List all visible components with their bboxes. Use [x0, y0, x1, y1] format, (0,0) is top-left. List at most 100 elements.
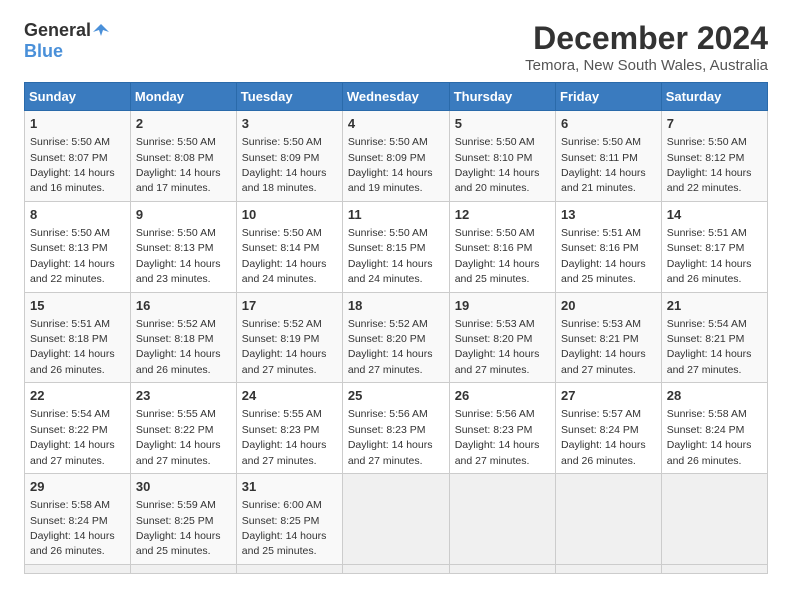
sunrise-text: Sunrise: 5:50 AM: [455, 136, 535, 148]
daylight-text: Daylight: 14 hours and 26 minutes.: [30, 530, 115, 557]
sunrise-text: Sunrise: 5:55 AM: [242, 408, 322, 420]
day-number: 23: [136, 387, 231, 405]
day-number: 25: [348, 387, 444, 405]
daylight-text: Daylight: 14 hours and 27 minutes.: [242, 348, 327, 375]
calendar-day-cell: 7 Sunrise: 5:50 AM Sunset: 8:12 PM Dayli…: [661, 111, 767, 202]
calendar-day-cell: 2 Sunrise: 5:50 AM Sunset: 8:08 PM Dayli…: [130, 111, 236, 202]
daylight-text: Daylight: 14 hours and 24 minutes.: [242, 258, 327, 285]
sunset-text: Sunset: 8:10 PM: [455, 152, 533, 164]
title-area: December 2024 Temora, New South Wales, A…: [525, 20, 768, 74]
sunset-text: Sunset: 8:22 PM: [30, 424, 108, 436]
logo: General Blue: [24, 20, 109, 62]
calendar-day-cell: 31 Sunrise: 6:00 AM Sunset: 8:25 PM Dayl…: [236, 474, 342, 565]
calendar-day-cell: 23 Sunrise: 5:55 AM Sunset: 8:22 PM Dayl…: [130, 383, 236, 474]
day-number: 10: [242, 206, 337, 224]
daylight-text: Daylight: 14 hours and 18 minutes.: [242, 167, 327, 194]
sunrise-text: Sunrise: 5:50 AM: [348, 227, 428, 239]
sunset-text: Sunset: 8:16 PM: [561, 242, 639, 254]
daylight-text: Daylight: 14 hours and 25 minutes.: [242, 530, 327, 557]
calendar-day-cell: 22 Sunrise: 5:54 AM Sunset: 8:22 PM Dayl…: [25, 383, 131, 474]
daylight-text: Daylight: 14 hours and 25 minutes.: [455, 258, 540, 285]
col-header-sunday: Sunday: [25, 83, 131, 111]
calendar-day-cell: 4 Sunrise: 5:50 AM Sunset: 8:09 PM Dayli…: [342, 111, 449, 202]
daylight-text: Daylight: 14 hours and 27 minutes.: [455, 348, 540, 375]
day-number: 27: [561, 387, 656, 405]
logo-blue: Blue: [24, 41, 63, 61]
sunset-text: Sunset: 8:14 PM: [242, 242, 320, 254]
empty-cell: [449, 474, 555, 565]
sunrise-text: Sunrise: 5:52 AM: [242, 318, 322, 330]
sunset-text: Sunset: 8:24 PM: [561, 424, 639, 436]
calendar-week-row: 8 Sunrise: 5:50 AM Sunset: 8:13 PM Dayli…: [25, 201, 768, 292]
daylight-text: Daylight: 14 hours and 27 minutes.: [667, 348, 752, 375]
day-number: 31: [242, 478, 337, 496]
empty-cell: [556, 474, 662, 565]
daylight-text: Daylight: 14 hours and 26 minutes.: [30, 348, 115, 375]
calendar-week-row: 29 Sunrise: 5:58 AM Sunset: 8:24 PM Dayl…: [25, 474, 768, 565]
sunrise-text: Sunrise: 5:54 AM: [30, 408, 110, 420]
calendar-week-row: 15 Sunrise: 5:51 AM Sunset: 8:18 PM Dayl…: [25, 292, 768, 383]
calendar-day-cell: 10 Sunrise: 5:50 AM Sunset: 8:14 PM Dayl…: [236, 201, 342, 292]
sunrise-text: Sunrise: 5:52 AM: [348, 318, 428, 330]
empty-cell: [25, 564, 131, 573]
sunset-text: Sunset: 8:22 PM: [136, 424, 214, 436]
calendar-week-row: 22 Sunrise: 5:54 AM Sunset: 8:22 PM Dayl…: [25, 383, 768, 474]
daylight-text: Daylight: 14 hours and 27 minutes.: [136, 439, 221, 466]
calendar-day-cell: 21 Sunrise: 5:54 AM Sunset: 8:21 PM Dayl…: [661, 292, 767, 383]
calendar-day-cell: 27 Sunrise: 5:57 AM Sunset: 8:24 PM Dayl…: [556, 383, 662, 474]
daylight-text: Daylight: 14 hours and 26 minutes.: [667, 258, 752, 285]
calendar-day-cell: 13 Sunrise: 5:51 AM Sunset: 8:16 PM Dayl…: [556, 201, 662, 292]
empty-cell: [342, 564, 449, 573]
daylight-text: Daylight: 14 hours and 25 minutes.: [136, 530, 221, 557]
calendar-day-cell: 6 Sunrise: 5:50 AM Sunset: 8:11 PM Dayli…: [556, 111, 662, 202]
calendar-day-cell: 26 Sunrise: 5:56 AM Sunset: 8:23 PM Dayl…: [449, 383, 555, 474]
day-number: 13: [561, 206, 656, 224]
calendar-day-cell: 30 Sunrise: 5:59 AM Sunset: 8:25 PM Dayl…: [130, 474, 236, 565]
daylight-text: Daylight: 14 hours and 26 minutes.: [667, 439, 752, 466]
calendar-day-cell: 5 Sunrise: 5:50 AM Sunset: 8:10 PM Dayli…: [449, 111, 555, 202]
daylight-text: Daylight: 14 hours and 22 minutes.: [667, 167, 752, 194]
col-header-wednesday: Wednesday: [342, 83, 449, 111]
sunrise-text: Sunrise: 5:50 AM: [667, 136, 747, 148]
logo-bird-icon: [93, 22, 109, 38]
day-number: 30: [136, 478, 231, 496]
sunset-text: Sunset: 8:13 PM: [30, 242, 108, 254]
sunrise-text: Sunrise: 5:50 AM: [136, 136, 216, 148]
day-number: 14: [667, 206, 762, 224]
sunset-text: Sunset: 8:07 PM: [30, 152, 108, 164]
calendar-day-cell: 9 Sunrise: 5:50 AM Sunset: 8:13 PM Dayli…: [130, 201, 236, 292]
sunset-text: Sunset: 8:09 PM: [242, 152, 320, 164]
empty-cell: [342, 474, 449, 565]
daylight-text: Daylight: 14 hours and 27 minutes.: [30, 439, 115, 466]
day-number: 16: [136, 297, 231, 315]
empty-cell: [661, 564, 767, 573]
col-header-thursday: Thursday: [449, 83, 555, 111]
sunrise-text: Sunrise: 5:56 AM: [348, 408, 428, 420]
calendar-table: SundayMondayTuesdayWednesdayThursdayFrid…: [24, 82, 768, 574]
sunrise-text: Sunrise: 5:51 AM: [30, 318, 110, 330]
sunrise-text: Sunrise: 5:50 AM: [30, 136, 110, 148]
sunset-text: Sunset: 8:25 PM: [136, 515, 214, 527]
calendar-day-cell: 8 Sunrise: 5:50 AM Sunset: 8:13 PM Dayli…: [25, 201, 131, 292]
sunrise-text: Sunrise: 5:50 AM: [348, 136, 428, 148]
calendar-day-cell: 29 Sunrise: 5:58 AM Sunset: 8:24 PM Dayl…: [25, 474, 131, 565]
daylight-text: Daylight: 14 hours and 27 minutes.: [348, 348, 433, 375]
daylight-text: Daylight: 14 hours and 26 minutes.: [136, 348, 221, 375]
calendar-header-row: SundayMondayTuesdayWednesdayThursdayFrid…: [25, 83, 768, 111]
sunset-text: Sunset: 8:23 PM: [242, 424, 320, 436]
sunrise-text: Sunrise: 5:53 AM: [455, 318, 535, 330]
day-number: 7: [667, 115, 762, 133]
day-number: 11: [348, 206, 444, 224]
day-number: 15: [30, 297, 125, 315]
sunset-text: Sunset: 8:24 PM: [667, 424, 745, 436]
daylight-text: Daylight: 14 hours and 27 minutes.: [242, 439, 327, 466]
calendar-day-cell: 3 Sunrise: 5:50 AM Sunset: 8:09 PM Dayli…: [236, 111, 342, 202]
calendar-day-cell: 16 Sunrise: 5:52 AM Sunset: 8:18 PM Dayl…: [130, 292, 236, 383]
col-header-friday: Friday: [556, 83, 662, 111]
calendar-day-cell: 14 Sunrise: 5:51 AM Sunset: 8:17 PM Dayl…: [661, 201, 767, 292]
day-number: 26: [455, 387, 550, 405]
sunset-text: Sunset: 8:24 PM: [30, 515, 108, 527]
day-number: 24: [242, 387, 337, 405]
calendar-day-cell: 1 Sunrise: 5:50 AM Sunset: 8:07 PM Dayli…: [25, 111, 131, 202]
sunrise-text: Sunrise: 5:54 AM: [667, 318, 747, 330]
